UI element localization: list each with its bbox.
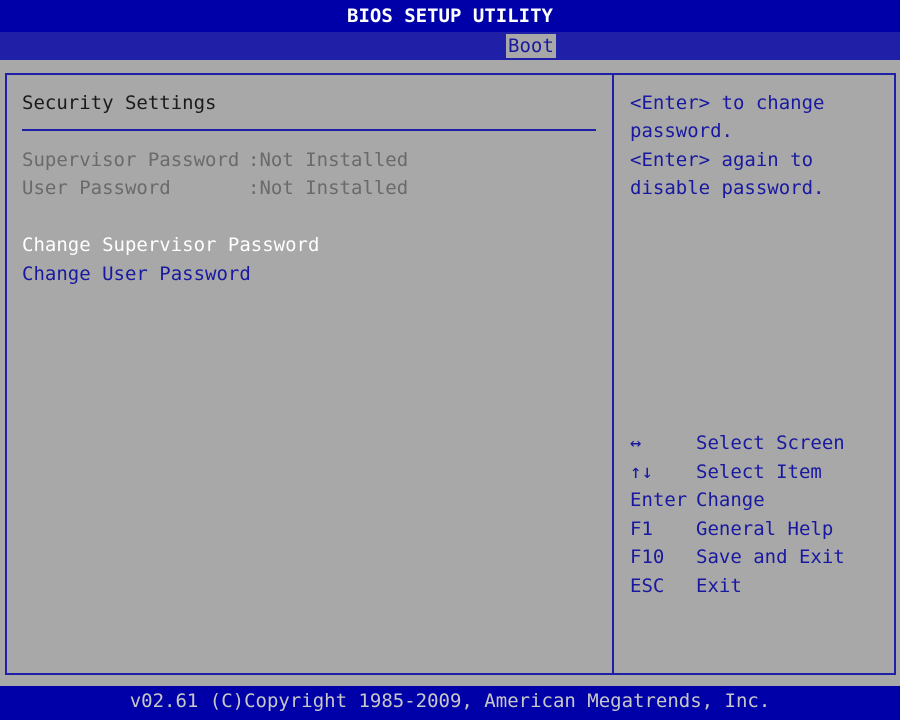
user-password-status: User Password :Not Installed — [22, 174, 408, 202]
key-row-change: Enter Change — [630, 486, 845, 515]
key-row-select-screen: ↔ Select Screen — [630, 429, 845, 458]
left-right-arrows-icon: ↔ — [630, 432, 642, 454]
key-row-save-exit: F10 Save and Exit — [630, 543, 845, 572]
help-line: <Enter> to change — [630, 92, 825, 114]
tab-bar: Boot — [0, 32, 900, 60]
help-line: password. — [630, 120, 733, 142]
copyright-text: v02.61 (C)Copyright 1985-2009, American … — [129, 690, 771, 712]
up-down-arrows-icon: ↑↓ — [630, 460, 653, 483]
key-label: ESC — [630, 574, 665, 597]
supervisor-password-label: Supervisor Password — [22, 149, 240, 171]
key-action: Change — [696, 489, 765, 512]
section-title: Security Settings — [22, 92, 217, 114]
key-label: Enter — [630, 489, 688, 512]
footer-bar: v02.61 (C)Copyright 1985-2009, American … — [0, 686, 900, 720]
key-action: Select Item — [696, 460, 822, 483]
key-action: Save and Exit — [696, 546, 845, 569]
user-password-label: User Password — [22, 177, 171, 199]
supervisor-password-value: :Not Installed — [248, 149, 409, 171]
key-row-select-item: ↑↓ Select Item — [630, 458, 845, 487]
help-line: <Enter> again to — [630, 149, 814, 171]
main-panel: Security Settings Supervisor Password :No… — [0, 60, 900, 686]
user-password-value: :Not Installed — [248, 177, 409, 199]
key-row-general-help: F1 General Help — [630, 515, 845, 544]
key-action: General Help — [696, 517, 834, 540]
change-supervisor-password-item[interactable]: Change Supervisor Password — [22, 231, 319, 259]
bios-title: BIOS SETUP UTILITY — [347, 5, 553, 27]
section-divider — [22, 129, 596, 131]
key-row-exit: ESC Exit — [630, 572, 845, 601]
tab-boot[interactable]: Boot — [506, 34, 556, 58]
key-label: F10 — [630, 546, 665, 569]
help-line: disable password. — [630, 177, 825, 199]
supervisor-password-status: Supervisor Password :Not Installed — [22, 146, 408, 174]
key-label: F1 — [630, 517, 653, 540]
key-legend: ↔ Select Screen ↑↓ Select Item Enter Change… — [630, 429, 845, 601]
key-action: Exit — [696, 574, 742, 597]
bios-title-bar: BIOS SETUP UTILITY — [0, 0, 900, 32]
key-action: Select Screen — [696, 432, 845, 454]
panel-divider — [612, 73, 614, 675]
change-user-password-item[interactable]: Change User Password — [22, 260, 251, 288]
